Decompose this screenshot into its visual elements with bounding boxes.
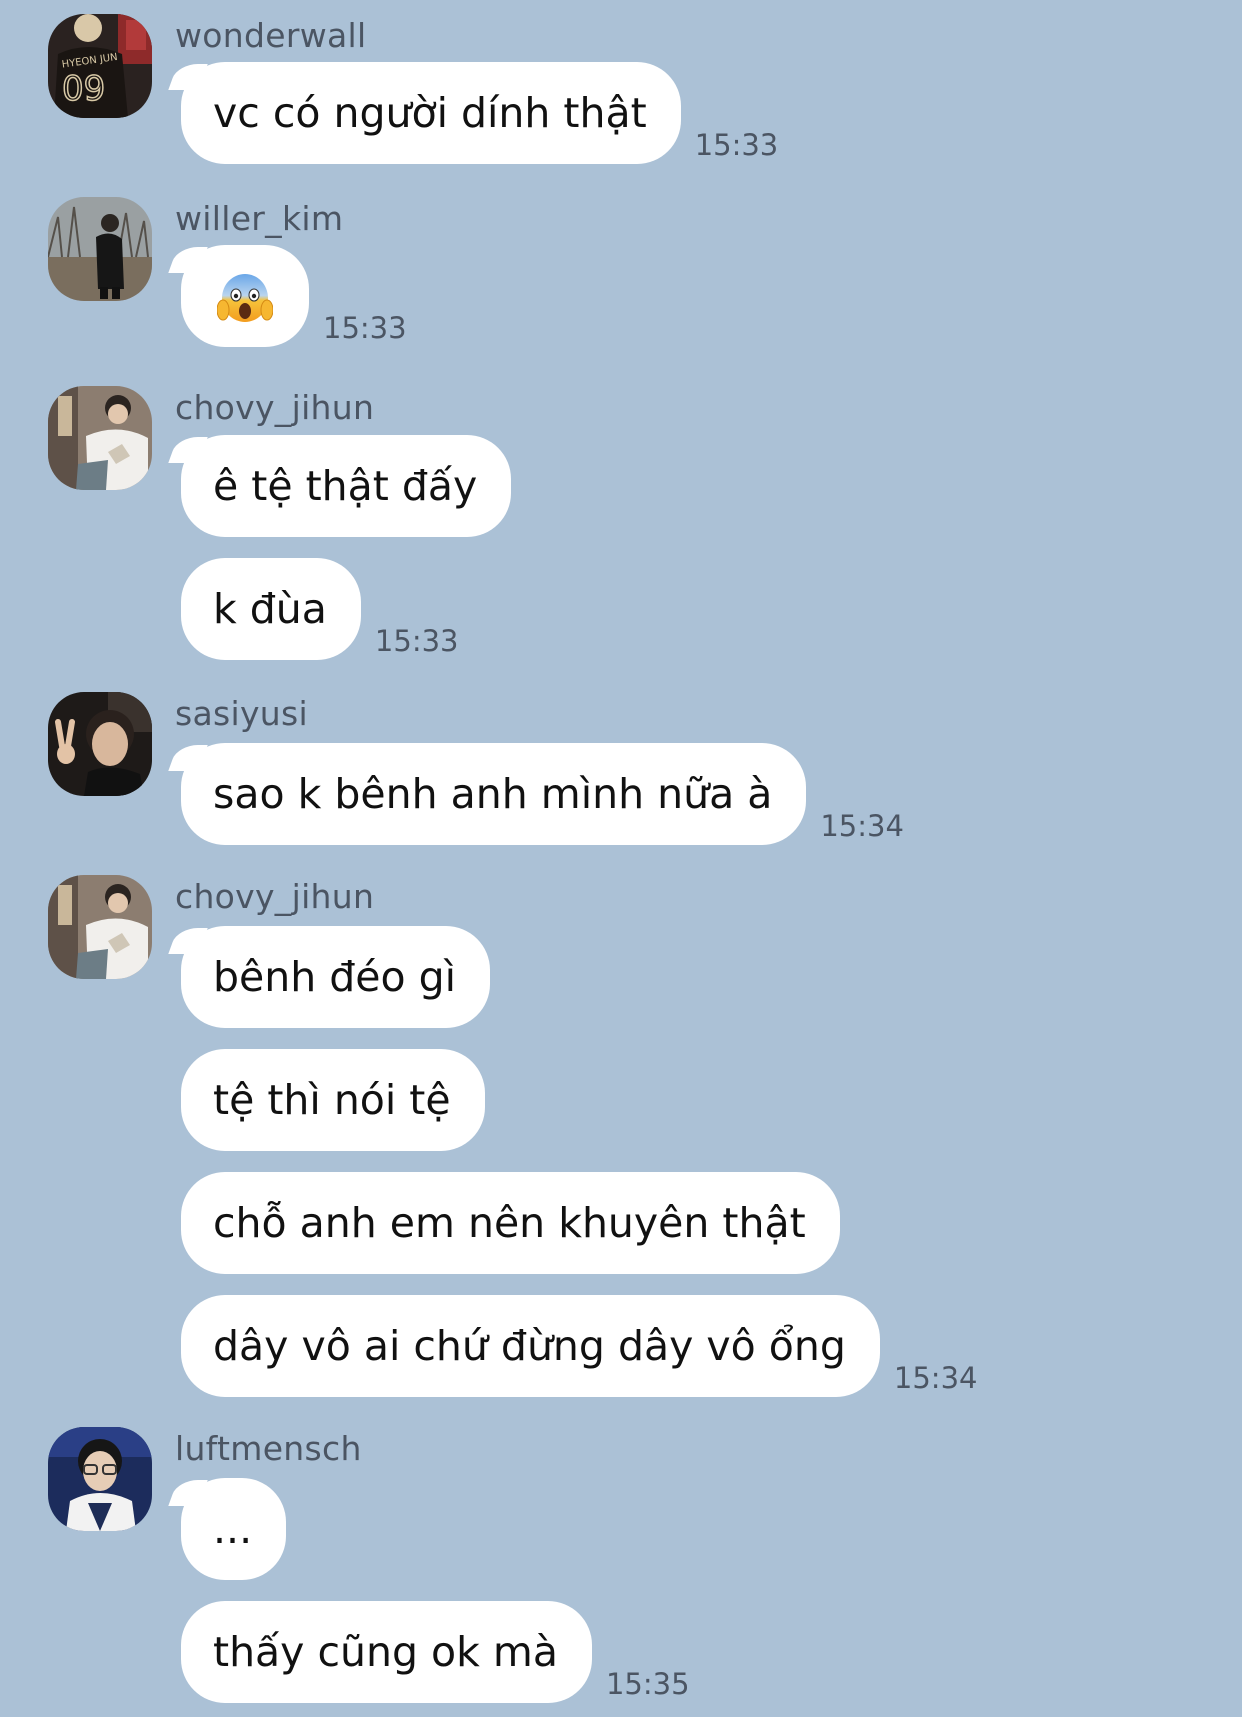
- message-row: bênh đéo gì: [181, 926, 491, 1028]
- message-timestamp: 15:33: [323, 311, 407, 345]
- sender-name: willer_kim: [175, 199, 344, 238]
- message-timestamp: 15:34: [820, 809, 904, 843]
- avatar-glasses-person-icon[interactable]: [48, 1427, 152, 1531]
- message-bubble[interactable]: ê tệ thật đấy: [181, 435, 512, 537]
- message-row: chỗ anh em nên khuyên thật: [181, 1172, 840, 1274]
- message-bubble[interactable]: thấy cũng ok mà: [181, 1601, 592, 1703]
- message-bubble[interactable]: vc có người dính thật: [181, 62, 681, 164]
- sender-name: sasiyusi: [175, 694, 308, 733]
- message-timestamp: 15:33: [694, 128, 779, 162]
- message-timestamp: 15:33: [374, 624, 459, 658]
- message-row: tệ thì nói tệ: [181, 1049, 485, 1151]
- avatar-white-shirt-person-icon[interactable]: [48, 875, 152, 979]
- face-screaming-in-fear-icon: [217, 274, 273, 322]
- message-row: 15:33: [181, 245, 407, 347]
- sender-name: wonderwall: [175, 16, 367, 55]
- message-row: vc có người dính thật 15:33: [181, 62, 778, 164]
- avatar-peace-sign-person-icon[interactable]: [48, 692, 152, 796]
- message-bubble[interactable]: sao k bênh anh mình nữa à: [181, 743, 807, 845]
- sender-name: luftmensch: [175, 1429, 362, 1468]
- message-bubble[interactable]: k đùa: [181, 558, 361, 660]
- svg-text:09: 09: [62, 69, 105, 109]
- message-bubble[interactable]: [181, 245, 309, 347]
- message-bubble[interactable]: tệ thì nói tệ: [181, 1049, 485, 1151]
- message-row: ...: [181, 1478, 287, 1580]
- sender-name: chovy_jihun: [175, 388, 375, 427]
- message-bubble[interactable]: dây vô ai chứ đừng dây vô ổng: [181, 1295, 880, 1397]
- sender-name: chovy_jihun: [175, 877, 375, 916]
- message-bubble[interactable]: ...: [181, 1478, 287, 1580]
- message-bubble[interactable]: chỗ anh em nên khuyên thật: [181, 1172, 840, 1274]
- message-row: dây vô ai chứ đừng dây vô ổng 15:34: [181, 1295, 977, 1397]
- avatar-outdoor-person-icon[interactable]: [48, 197, 152, 301]
- chat-message-list[interactable]: HYEON JUN 09 wonderwall vc có người dính…: [0, 0, 1242, 1717]
- message-bubble[interactable]: bênh đéo gì: [181, 926, 491, 1028]
- avatar-white-shirt-person-icon[interactable]: [48, 386, 152, 490]
- message-row: sao k bênh anh mình nữa à 15:34: [181, 743, 904, 845]
- avatar-jersey-09-icon[interactable]: HYEON JUN 09: [48, 14, 152, 118]
- message-row: ê tệ thật đấy: [181, 435, 512, 537]
- message-timestamp: 15:35: [605, 1667, 690, 1701]
- message-row: k đùa 15:33: [181, 558, 459, 660]
- message-row: thấy cũng ok mà 15:35: [181, 1601, 690, 1703]
- message-timestamp: 15:34: [893, 1361, 978, 1395]
